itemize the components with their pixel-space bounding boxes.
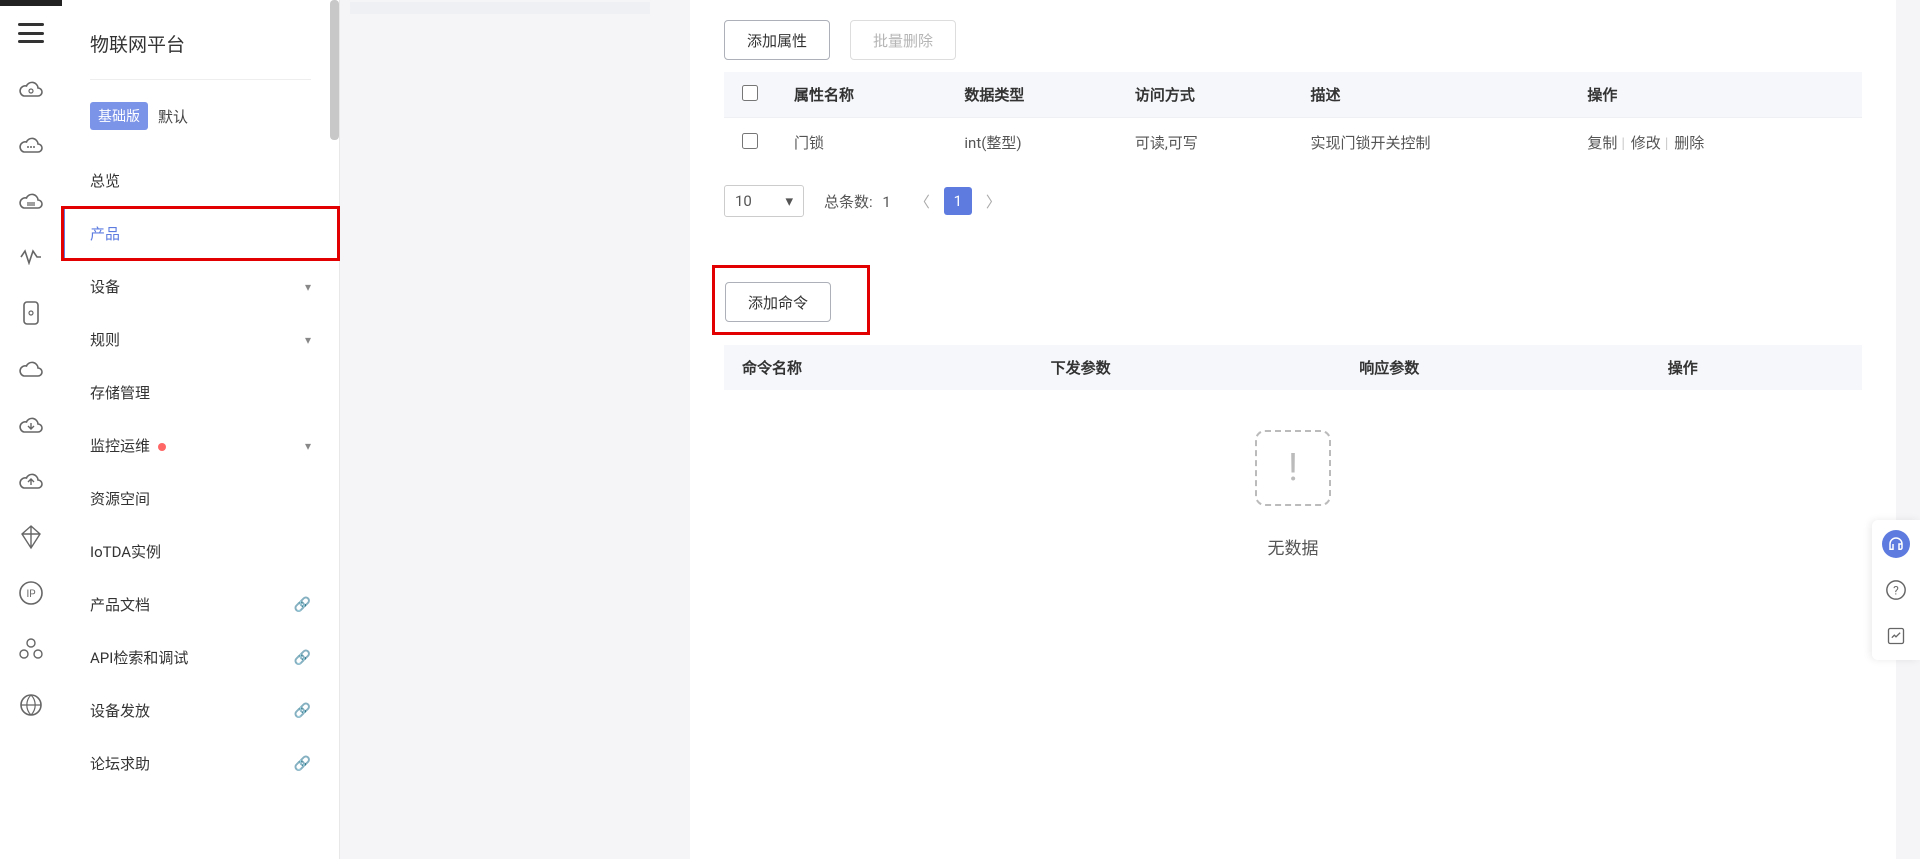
add-command-button[interactable]: 添加命令 <box>725 282 831 322</box>
col-attr-datatype: 数据类型 <box>946 72 1116 118</box>
add-attribute-button[interactable]: 添加属性 <box>724 20 830 60</box>
cluster-icon[interactable] <box>18 636 44 662</box>
nav-product[interactable]: 产品 <box>62 207 339 260</box>
batch-delete-button: 批量删除 <box>850 20 956 60</box>
pagination: 10 ▾ 总条数: 1 〈 1 〉 <box>724 185 1862 217</box>
feedback-icon[interactable] <box>1882 622 1910 650</box>
empty-text: 无数据 <box>1268 534 1319 559</box>
nav-monitor[interactable]: 监控运维▾ <box>62 419 339 472</box>
ip-icon[interactable]: IP <box>18 580 44 606</box>
globe-icon[interactable] <box>18 692 44 718</box>
cloud-upload-icon[interactable] <box>18 468 44 494</box>
page-number-1[interactable]: 1 <box>944 187 972 215</box>
nav-storage[interactable]: 存储管理 <box>62 366 339 419</box>
prev-page-button[interactable]: 〈 <box>911 187 934 216</box>
external-link-icon: 🔗 <box>294 756 311 772</box>
row-checkbox[interactable] <box>742 133 758 149</box>
external-link-icon: 🔗 <box>294 703 311 719</box>
col-attr-description: 描述 <box>1292 72 1569 118</box>
edition-badge: 基础版 <box>90 102 148 130</box>
chevron-down-icon: ▾ <box>785 192 793 210</box>
cell-attr-datatype: int(整型) <box>946 118 1116 168</box>
col-cmd-name: 命令名称 <box>724 345 1033 390</box>
nav-device-dispatch[interactable]: 设备发放🔗 <box>62 684 339 737</box>
sidebar: 物联网平台 基础版 默认 总览 产品 设备▾ 规则▾ 存储管理 监控运维▾ 资源… <box>62 0 340 859</box>
external-link-icon: 🔗 <box>294 650 311 666</box>
cell-attr-name: 门锁 <box>776 118 946 168</box>
nav-forum-help[interactable]: 论坛求助🔗 <box>62 737 339 790</box>
cell-attr-access: 可读,可写 <box>1117 118 1293 168</box>
nav-device[interactable]: 设备▾ <box>62 260 339 313</box>
add-command-highlight: 添加命令 <box>712 265 870 335</box>
commands-empty-state: ! 无数据 <box>724 390 1862 599</box>
svg-text:IP: IP <box>26 589 35 600</box>
copy-button[interactable]: 复制 <box>1587 134 1617 152</box>
help-question-icon[interactable]: ? <box>1882 576 1910 604</box>
cloud-download-icon[interactable] <box>18 412 44 438</box>
sidebar-title: 物联网平台 <box>62 30 339 79</box>
svg-text:?: ? <box>1893 584 1899 598</box>
help-float-panel: ? <box>1872 520 1920 660</box>
select-all-checkbox[interactable] <box>742 85 758 101</box>
collapsed-panel-stub <box>350 2 650 14</box>
edition-default-label: 默认 <box>158 106 188 127</box>
col-cmd-down: 下发参数 <box>1033 345 1342 390</box>
col-attr-action: 操作 <box>1569 72 1862 118</box>
attributes-table: 属性名称 数据类型 访问方式 描述 操作 门锁 int(整型) 可读,可写 实现… <box>724 72 1862 167</box>
col-attr-name: 属性名称 <box>776 72 946 118</box>
cloud-dots-icon[interactable] <box>18 132 44 158</box>
content-area: 添加属性 批量删除 属性名称 数据类型 访问方式 描述 操作 <box>340 0 1920 859</box>
page-size-select[interactable]: 10 ▾ <box>724 185 804 217</box>
chevron-down-icon: ▾ <box>305 333 311 347</box>
commands-table: 命令名称 下发参数 响应参数 操作 <box>724 345 1862 390</box>
sidebar-scrollbar[interactable] <box>330 0 339 140</box>
next-page-button[interactable]: 〉 <box>982 187 1005 216</box>
chevron-down-icon: ▾ <box>305 439 311 453</box>
col-attr-access: 访问方式 <box>1117 72 1293 118</box>
wave-icon[interactable] <box>18 244 44 270</box>
nav-overview[interactable]: 总览 <box>62 154 339 207</box>
nav-api-debug[interactable]: API检索和调试🔗 <box>62 631 339 684</box>
icon-rail: IP <box>0 0 62 859</box>
device-icon[interactable] <box>18 300 44 326</box>
cell-attr-actions: 复制| 修改| 删除 <box>1569 118 1862 168</box>
headset-icon[interactable] <box>1882 530 1910 558</box>
table-row: 门锁 int(整型) 可读,可写 实现门锁开关控制 复制| 修改| 删除 <box>724 118 1862 168</box>
hamburger-menu-icon[interactable] <box>18 20 44 46</box>
diamond-icon[interactable] <box>18 524 44 550</box>
notification-dot-icon <box>158 443 166 451</box>
nav-rule[interactable]: 规则▾ <box>62 313 339 366</box>
cloud-plain-icon[interactable] <box>18 356 44 382</box>
cloud-icon[interactable] <box>18 76 44 102</box>
nav-resource-space[interactable]: 资源空间 <box>62 472 339 525</box>
col-cmd-resp: 响应参数 <box>1341 345 1650 390</box>
cloud-lines-icon[interactable] <box>18 188 44 214</box>
modify-button[interactable]: 修改 <box>1631 134 1661 152</box>
cell-attr-description: 实现门锁开关控制 <box>1292 118 1569 168</box>
total-label: 总条数: <box>824 193 873 211</box>
nav-product-doc[interactable]: 产品文档🔗 <box>62 578 339 631</box>
total-count: 1 <box>882 193 890 211</box>
nav-iotda-instance[interactable]: IoTDA实例 <box>62 525 339 578</box>
col-cmd-action: 操作 <box>1650 345 1862 390</box>
empty-folder-icon: ! <box>1255 430 1331 506</box>
chevron-down-icon: ▾ <box>305 280 311 294</box>
delete-button[interactable]: 删除 <box>1674 134 1704 152</box>
external-link-icon: 🔗 <box>294 597 311 613</box>
